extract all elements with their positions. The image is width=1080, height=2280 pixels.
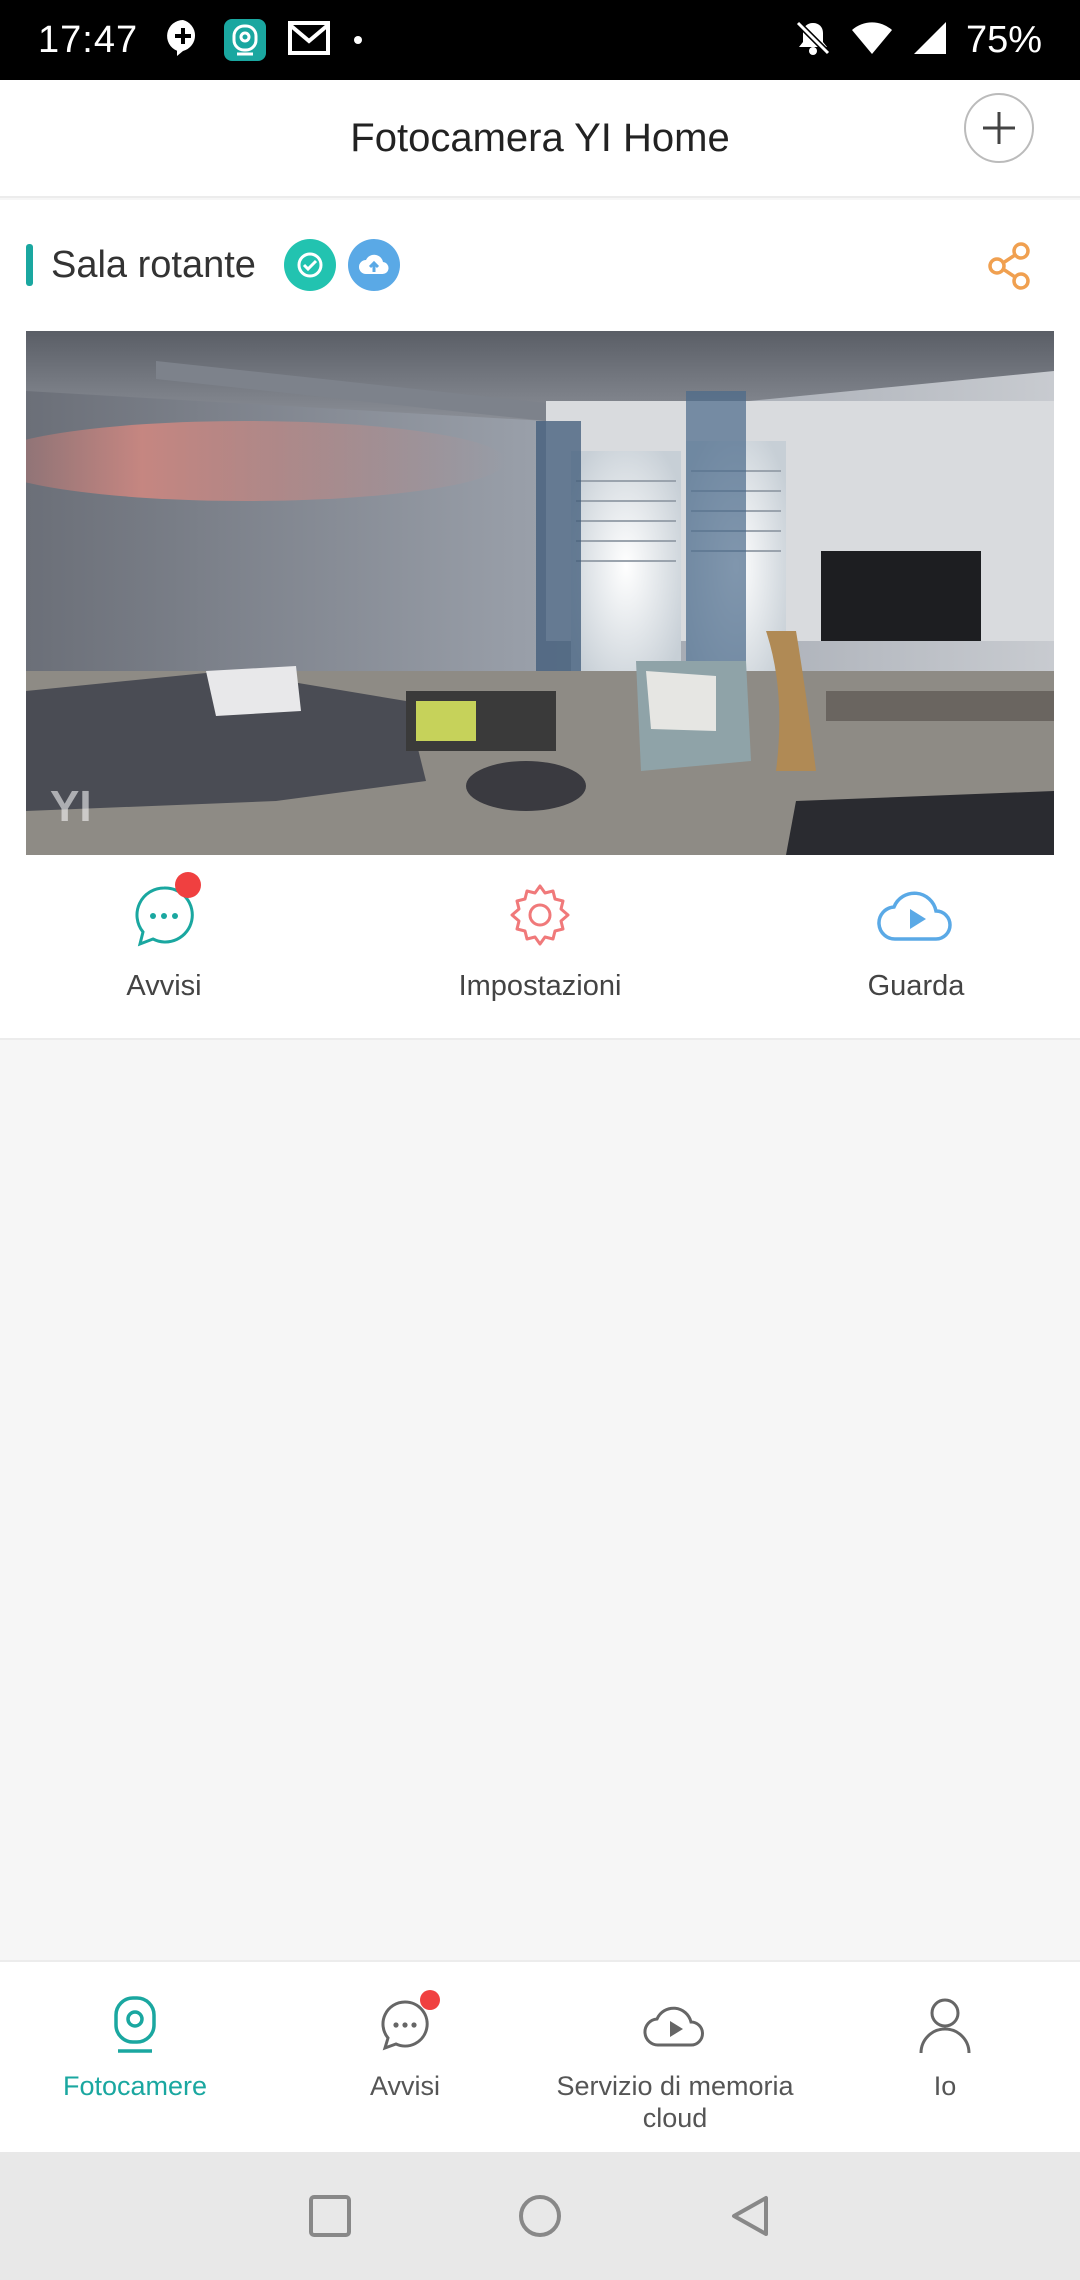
triangle-back-icon (732, 2196, 768, 2236)
nav-item-avvisi[interactable]: Avvisi (270, 1962, 540, 2152)
bottom-navigation: Fotocamere Avvisi Servizio di memoria cl… (0, 1960, 1080, 2152)
back-button[interactable] (720, 2186, 780, 2246)
plus-icon (983, 112, 1015, 144)
nav-label: Io (933, 2071, 957, 2101)
notification-icons (164, 18, 364, 63)
nav-label: Servizio di memoria cloud (556, 2071, 794, 2133)
nav-item-io[interactable]: Io (810, 1962, 1080, 2152)
chat-bubble-icon (119, 870, 209, 960)
dot-icon (352, 31, 364, 49)
camera-live-preview[interactable]: YI (26, 331, 1054, 855)
verified-check-icon (283, 239, 336, 291)
camera-card-header: Sala rotante (0, 200, 1080, 330)
action-label: Guarda (867, 970, 965, 1002)
chat-bubble-icon (370, 1990, 440, 2060)
square-icon (309, 2195, 351, 2237)
camera-name[interactable]: Sala rotante (51, 244, 256, 287)
add-camera-button[interactable] (964, 93, 1034, 163)
action-label: Avvisi (126, 970, 202, 1002)
nav-item-fotocamere[interactable]: Fotocamere (0, 1962, 270, 2152)
alert-badge (420, 1990, 440, 2010)
status-indicators: 75% (794, 19, 1042, 62)
action-guarda[interactable]: Guarda (728, 870, 1080, 1030)
signal-icon (912, 20, 948, 61)
nav-label: Avvisi (369, 2071, 441, 2101)
action-impostazioni[interactable]: Impostazioni (352, 870, 728, 1030)
camera-actions: Avvisi Impostazioni Guarda (0, 870, 1080, 1030)
camera-card: Sala rotante YI Avvisi Impostazioni Guar… (0, 200, 1080, 1040)
share-button[interactable] (980, 236, 1040, 296)
camera-icon (100, 1990, 170, 2060)
wifi-icon (850, 20, 894, 61)
system-navigation-bar (0, 2152, 1080, 2280)
cloud-upload-icon (347, 239, 400, 291)
preview-watermark: YI (50, 782, 92, 831)
action-avvisi[interactable]: Avvisi (0, 870, 352, 1030)
accent-bar (26, 244, 33, 286)
status-bar: 17:47 75% (0, 0, 1080, 80)
yi-camera-app-icon (224, 19, 267, 61)
gmail-icon (288, 20, 331, 60)
recent-apps-button[interactable] (300, 2186, 360, 2246)
muted-bell-icon (794, 19, 832, 62)
battery-percent: 75% (965, 18, 1042, 61)
alert-badge (175, 872, 201, 898)
circle-icon (519, 2195, 561, 2237)
app-header: Fotocamera YI Home (0, 80, 1080, 198)
action-label: Impostazioni (458, 970, 622, 1002)
nav-label: Fotocamere (62, 2071, 208, 2101)
gear-icon (495, 870, 585, 960)
page-title: Fotocamera YI Home (350, 115, 730, 160)
cloud-play-icon (640, 1990, 710, 2060)
status-time: 17:47 (38, 18, 139, 61)
home-button[interactable] (510, 2186, 570, 2246)
share-icon (988, 242, 1030, 290)
nav-item-cloud[interactable]: Servizio di memoria cloud (540, 1962, 810, 2152)
cloud-play-icon (871, 870, 961, 960)
person-icon (910, 1990, 980, 2060)
add-notification-icon (164, 18, 202, 63)
